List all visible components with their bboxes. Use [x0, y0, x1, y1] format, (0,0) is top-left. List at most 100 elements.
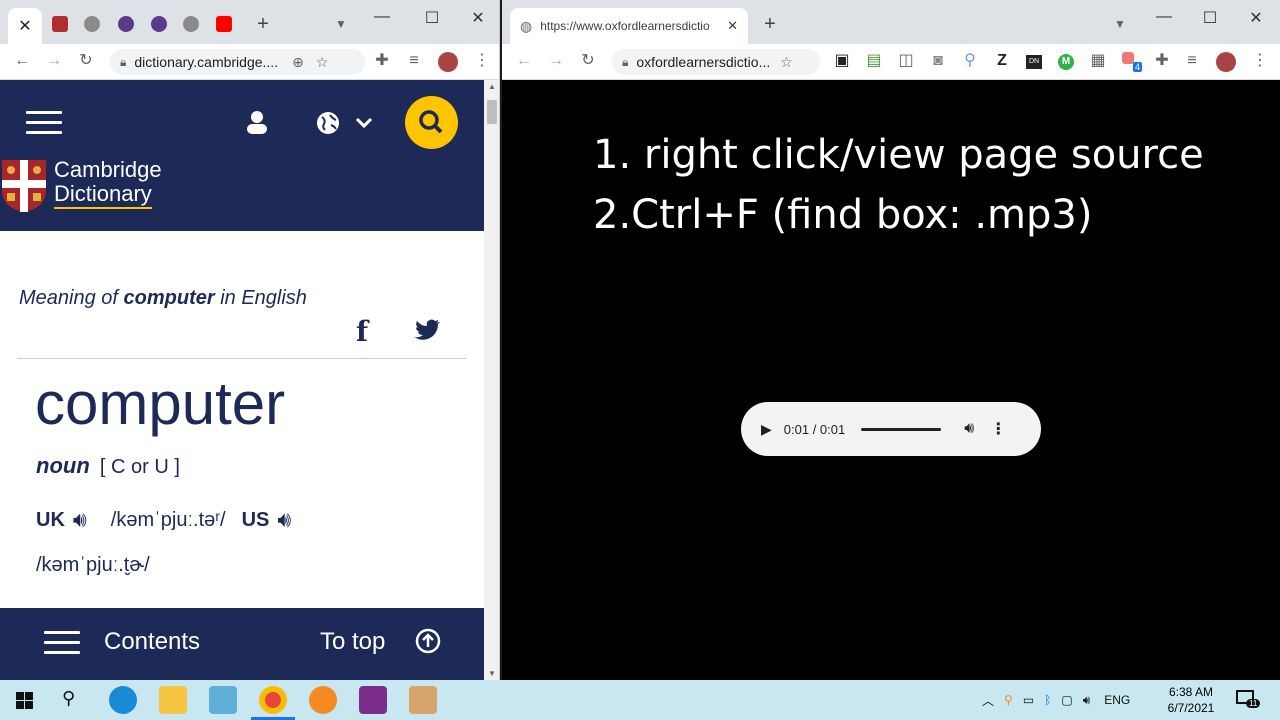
logo-line-2: Dictionary	[54, 182, 152, 209]
us-label: US	[241, 508, 270, 531]
tab-globe-icon: ◍	[520, 17, 533, 34]
reader-icon[interactable]: ◫	[896, 53, 916, 69]
address-bar[interactable]: 🔒︎ oxfordlearnersdictio... ☆	[612, 49, 820, 75]
tab-search-icon[interactable]: ▼	[331, 16, 351, 32]
chrome-icon[interactable]	[259, 686, 287, 714]
tab-cambridge-icon[interactable]	[52, 16, 68, 32]
show-hidden-icons-chevron-icon[interactable]: ︿	[982, 692, 994, 709]
scrollbar-thumb[interactable]	[487, 100, 497, 124]
profile-avatar[interactable]	[438, 52, 458, 72]
user-icon[interactable]	[246, 110, 268, 134]
progress-slider[interactable]	[861, 427, 942, 431]
search-taskbar-icon[interactable]: ⚲	[62, 688, 75, 709]
profile-avatar[interactable]	[1216, 52, 1236, 72]
camera-icon[interactable]: ◙	[928, 53, 948, 69]
tablet-icon[interactable]: ▭	[1023, 693, 1034, 707]
vertical-scrollbar[interactable]: ▲ ▼	[484, 80, 499, 680]
address-text: dictionary.cambridge....	[134, 54, 279, 70]
volume-icon[interactable]: 🔊︎	[964, 420, 974, 438]
zoom-icon[interactable]: ⊕	[292, 54, 304, 71]
tab-brave2-icon[interactable]	[151, 16, 167, 32]
back-icon[interactable]: ←	[514, 53, 534, 69]
tab-globe-icon[interactable]	[84, 16, 100, 32]
reload-icon[interactable]: ↻	[578, 53, 598, 69]
left-toolbar: ← → ↻ 🔒︎ dictionary.cambridge.... ⊕ ☆ ✚ …	[0, 44, 499, 80]
minimize-icon[interactable]: —	[370, 8, 394, 26]
paint-icon[interactable]	[409, 686, 437, 714]
facebook-share-icon[interactable]: f	[356, 315, 368, 348]
start-windows-icon[interactable]	[16, 692, 33, 709]
close-window-icon[interactable]: ✕	[466, 8, 490, 28]
magnifier-tray-icon[interactable]: ⚲	[1004, 693, 1013, 707]
notifications-icon[interactable]: 11	[1236, 690, 1261, 708]
language-globe-icon[interactable]	[316, 111, 340, 135]
notepad-icon[interactable]	[209, 686, 237, 714]
qr-extension-icon[interactable]: ▣	[832, 53, 852, 69]
entry-content: Meaning of computer in English f compute…	[0, 231, 484, 608]
bookmark-star-icon[interactable]: ☆	[316, 54, 329, 71]
tab-close-icon[interactable]: ✕	[8, 8, 42, 44]
player-menu-icon[interactable]: ⋮	[990, 419, 1006, 439]
scroll-up-arrow-icon[interactable]: ▲	[488, 82, 496, 91]
contents-menu-icon[interactable]	[44, 631, 80, 654]
new-tab-button[interactable]: +	[760, 14, 780, 34]
tab-close-icon[interactable]: ✕	[727, 18, 738, 34]
uk-audio-speaker-icon[interactable]: 🔊︎	[73, 507, 87, 533]
menu-icon[interactable]: ⋮	[1250, 53, 1270, 69]
cambridge-header: Cambridge Dictionary	[0, 80, 484, 231]
tab-youtube-icon[interactable]	[216, 16, 232, 32]
magnifier-extension-icon[interactable]: ⚲	[960, 53, 980, 69]
chevron-down-icon[interactable]	[356, 118, 372, 128]
maximize-icon[interactable]: ☐	[1198, 8, 1222, 28]
lock-icon: 🔒︎	[622, 54, 629, 69]
extensions-icon[interactable]: ✚	[1152, 53, 1172, 69]
tab-search-icon[interactable]: ▼	[1110, 16, 1130, 32]
file-explorer-icon[interactable]	[159, 686, 187, 714]
reload-icon[interactable]: ↻	[76, 53, 96, 69]
teams-icon[interactable]	[359, 686, 387, 714]
new-tab-button[interactable]: +	[253, 14, 273, 34]
tab-globe2-icon[interactable]	[183, 16, 199, 32]
extensions-icon[interactable]: ✚	[372, 53, 392, 69]
badge-extension-icon[interactable]: 4	[1122, 52, 1142, 72]
network-icon[interactable]: ▢	[1061, 693, 1072, 707]
cambridge-footer: Contents To top	[0, 608, 484, 680]
close-window-icon[interactable]: ✕	[1244, 8, 1268, 28]
edge-browser-icon[interactable]	[109, 686, 137, 714]
hamburger-menu-icon[interactable]	[26, 111, 62, 134]
forward-icon[interactable]: →	[44, 53, 64, 69]
cambridge-crest-logo[interactable]	[2, 160, 46, 212]
media-control-icon[interactable]: ≡	[404, 53, 424, 69]
instruction-line-1: 1. right click/view page source	[593, 132, 1204, 178]
twitter-share-icon[interactable]	[414, 319, 440, 341]
contents-link[interactable]: Contents	[104, 628, 200, 656]
arrow-up-circle-icon[interactable]	[415, 628, 441, 654]
bluetooth-icon[interactable]: ᛒ	[1044, 693, 1051, 707]
tab-oxford[interactable]: ◍ https://www.oxfordlearnersdictio ✕	[510, 8, 748, 44]
image-extension-icon[interactable]: ▦	[1088, 53, 1108, 69]
dn-extension-icon[interactable]: DN	[1026, 55, 1042, 69]
scroll-down-arrow-icon[interactable]: ▼	[488, 669, 496, 678]
minimize-icon[interactable]: —	[1152, 8, 1176, 26]
forward-icon[interactable]: →	[546, 53, 566, 69]
address-text: oxfordlearnersdictio...	[636, 54, 771, 70]
maximize-icon[interactable]: ☐	[420, 8, 444, 28]
media-control-icon[interactable]: ≡	[1182, 53, 1202, 69]
back-icon[interactable]: ←	[12, 53, 32, 69]
clock[interactable]: 6:38 AM 6/7/2021	[1164, 684, 1218, 716]
search-button[interactable]	[405, 96, 458, 149]
language-indicator[interactable]: ENG	[1104, 693, 1130, 707]
print-extension-icon[interactable]: ▤	[864, 53, 884, 69]
bookmark-star-icon[interactable]: ☆	[780, 54, 793, 71]
volume-tray-icon[interactable]: 🔊︎	[1083, 693, 1091, 708]
us-audio-speaker-icon[interactable]: 🔊︎	[277, 507, 291, 533]
cambridge-logo-text[interactable]: Cambridge Dictionary	[54, 158, 162, 209]
m-extension-icon[interactable]: M	[1058, 54, 1074, 70]
tab-brave-icon[interactable]	[118, 16, 134, 32]
address-bar[interactable]: 🔒︎ dictionary.cambridge.... ⊕ ☆	[110, 49, 365, 75]
play-button-icon[interactable]: ▶	[761, 421, 772, 438]
menu-icon[interactable]: ⋮	[472, 53, 492, 69]
magnifier-app-icon[interactable]	[309, 686, 337, 714]
z-extension-icon[interactable]: Z	[992, 53, 1012, 69]
to-top-link[interactable]: To top	[320, 628, 385, 656]
